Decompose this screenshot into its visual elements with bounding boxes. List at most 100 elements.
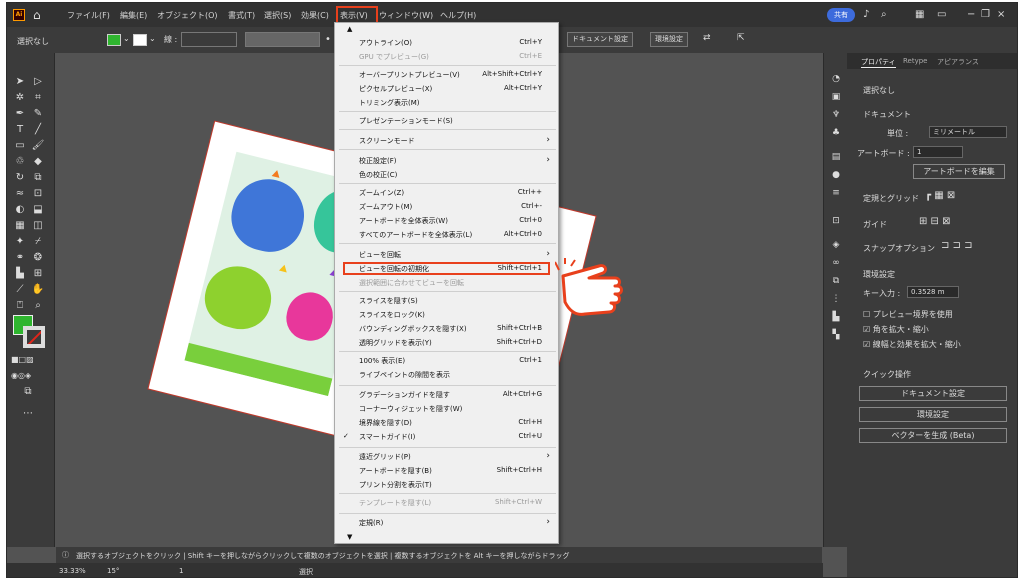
- align-icon[interactable]: ⋮: [830, 293, 842, 305]
- preview-bounds-checkbox[interactable]: ☐ プレビュー境界を使用: [863, 309, 953, 320]
- menu-item-hide-slices[interactable]: スライスを隠す(S): [335, 295, 558, 307]
- document-setup-button[interactable]: ドキュメント設定: [567, 32, 633, 47]
- type-tool-icon[interactable]: T: [13, 123, 27, 137]
- lasso-icon[interactable]: ⌗: [31, 91, 45, 105]
- draw-mode-icon[interactable]: ◉◎◈: [11, 369, 31, 383]
- menu-item-hide-artboards[interactable]: アートボードを隠す(B) Shift+Ctrl+H: [335, 465, 558, 477]
- screen-mode-icon[interactable]: ⧉: [21, 385, 35, 399]
- edit-artboards-button[interactable]: アートボードを編集: [913, 164, 1005, 179]
- menu-help[interactable]: ヘルプ(H): [440, 10, 476, 21]
- menu-type[interactable]: 書式(T): [228, 10, 255, 21]
- menu-item-outline[interactable]: アウトライン(O) Ctrl+Y: [335, 37, 558, 49]
- menu-item-hide-edges[interactable]: 境界線を隠す(D) Ctrl+H: [335, 417, 558, 429]
- live-paint-icon[interactable]: ⬓: [31, 203, 45, 217]
- export-icon[interactable]: ⇱: [737, 33, 745, 43]
- arrange-icon[interactable]: ▭: [937, 9, 946, 20]
- color-mode-icon[interactable]: ■□▨: [11, 353, 34, 367]
- menu-item-smart-guides[interactable]: ✓ スマートガイド(I) Ctrl+U: [335, 431, 558, 443]
- artboard-dropdown[interactable]: 1: [913, 146, 963, 158]
- artboard-tool-icon[interactable]: ⊞: [31, 267, 45, 281]
- menu-item-show-transparency-grid[interactable]: 透明グリッドを表示(Y) Shift+Ctrl+D: [335, 337, 558, 349]
- pathfinder-icon[interactable]: ▙: [830, 311, 842, 323]
- close-icon[interactable]: ×: [997, 9, 1005, 20]
- rotate-tool-icon[interactable]: ↻: [13, 171, 27, 185]
- tab-retype[interactable]: Retype: [903, 57, 928, 65]
- artboards-icon[interactable]: ⧉: [830, 275, 842, 287]
- direct-selection-tool-icon[interactable]: ▷: [31, 75, 45, 89]
- rotation-value[interactable]: 15°: [107, 567, 119, 575]
- symbol-sprayer-icon[interactable]: ❂: [31, 251, 45, 265]
- graph-tool-icon[interactable]: ▙: [13, 267, 27, 281]
- menu-edit[interactable]: 編集(E): [120, 10, 147, 21]
- menu-item-pixel-preview[interactable]: ピクセルプレビュー(X) Alt+Ctrl+Y: [335, 83, 558, 95]
- menu-effect[interactable]: 効果(C): [301, 10, 329, 21]
- maximize-icon[interactable]: ❐: [981, 9, 990, 20]
- print-tiling-icon[interactable]: ⍞: [13, 299, 27, 313]
- curvature-tool-icon[interactable]: ✎: [31, 107, 45, 121]
- chevron-down-icon[interactable]: ⌄: [123, 34, 130, 43]
- menu-item-gpu-preview[interactable]: GPU でプレビュー(G) Ctrl+E: [335, 51, 558, 63]
- tab-appearance[interactable]: アピアランス: [937, 57, 979, 67]
- more-tools-icon[interactable]: ⋯: [21, 407, 35, 421]
- menu-item-rotate-view[interactable]: ビューを回転 ›: [335, 249, 558, 261]
- transparency-icon[interactable]: ▚: [830, 329, 842, 341]
- menu-item-rulers[interactable]: 定規(R) ›: [335, 517, 558, 529]
- ruler-icon[interactable]: ┏ ▦ ⊠: [925, 190, 955, 201]
- rectangle-tool-icon[interactable]: ▭: [13, 139, 27, 153]
- shape-builder-icon[interactable]: ◐: [13, 203, 27, 217]
- eraser-tool-icon[interactable]: ◆: [31, 155, 45, 169]
- menu-item-show-live-paint-gaps[interactable]: ライブペイントの隙間を表示: [335, 369, 558, 381]
- line-tool-icon[interactable]: ╱: [31, 123, 45, 137]
- zoom-tool-icon[interactable]: ⌕: [31, 299, 45, 313]
- menu-select[interactable]: 選択(S): [264, 10, 291, 21]
- variable-width-dropdown[interactable]: [245, 32, 320, 47]
- zoom-level[interactable]: 33.33%: [59, 567, 86, 575]
- image-icon[interactable]: ▣: [830, 91, 842, 103]
- fill-swatch[interactable]: [107, 34, 121, 46]
- menu-item-show-print-tiling[interactable]: プリント分割を表示(T): [335, 479, 558, 491]
- menu-item-fit-artboard[interactable]: アートボードを全体表示(W) Ctrl+0: [335, 215, 558, 227]
- menu-item-zoom-out[interactable]: ズームアウト(M) Ctrl+-: [335, 201, 558, 213]
- selection-tool-icon[interactable]: ➤: [13, 75, 27, 89]
- blend-tool-icon[interactable]: ⚭: [13, 251, 27, 265]
- menu-file[interactable]: ファイル(F): [67, 10, 110, 21]
- brush-tool-icon[interactable]: 🖌: [31, 139, 45, 153]
- menu-item-presentation-mode[interactable]: プレゼンテーションモード(S): [335, 115, 558, 127]
- menu-item-proof-colors[interactable]: 色の校正(C): [335, 169, 558, 181]
- menu-item-hide-bounding-box[interactable]: バウンディングボックスを隠す(X) Shift+Ctrl+B: [335, 323, 558, 335]
- stroke-swatch[interactable]: [133, 34, 147, 46]
- generate-vectors-button[interactable]: ベクターを生成 (Beta): [859, 428, 1007, 443]
- bell-icon[interactable]: ♪: [863, 9, 869, 20]
- perspective-grid-icon[interactable]: ▦: [13, 219, 27, 233]
- menu-item-lock-slices[interactable]: スライスをロック(K): [335, 309, 558, 321]
- workspace-icon[interactable]: ▦: [915, 9, 924, 20]
- stroke-weight-field[interactable]: [181, 32, 237, 47]
- menu-window[interactable]: ウィンドウ(W): [379, 10, 433, 21]
- menu-item-perspective-grid[interactable]: 遠近グリッド(P) ›: [335, 451, 558, 463]
- guides-icon[interactable]: ⊞ ⊟ ⊠: [919, 216, 951, 227]
- scroll-down-icon[interactable]: ▼: [347, 533, 352, 541]
- menu-item-hide-corner-widget[interactable]: コーナーウィジェットを隠す(W): [335, 403, 558, 415]
- snap-icon[interactable]: ⊐ ⊐ ⊐: [941, 240, 973, 251]
- width-tool-icon[interactable]: ≈: [13, 187, 27, 201]
- share-button[interactable]: 共有: [827, 8, 855, 22]
- brush-panel-icon[interactable]: ♆: [830, 109, 842, 121]
- free-transform-icon[interactable]: ⊡: [31, 187, 45, 201]
- menu-item-overprint-preview[interactable]: オーバープリントプレビュー(V) Alt+Shift+Ctrl+Y: [335, 69, 558, 81]
- menu-object[interactable]: オブジェクト(O): [157, 10, 218, 21]
- mesh-tool-icon[interactable]: ◫: [31, 219, 45, 233]
- home-icon[interactable]: ⌂: [33, 8, 41, 22]
- brush-dot-icon[interactable]: •: [325, 34, 331, 45]
- chevron-down-icon[interactable]: ⌄: [149, 34, 156, 43]
- gradient-tool-icon[interactable]: ✦: [13, 235, 27, 249]
- menu-item-actual-size[interactable]: 100% 表示(E) Ctrl+1: [335, 355, 558, 367]
- menu-item-trim-view[interactable]: トリミング表示(M): [335, 97, 558, 109]
- arrange-documents-icon[interactable]: ⇄: [703, 33, 711, 43]
- scale-tool-icon[interactable]: ⧉: [31, 171, 45, 185]
- pen-tool-icon[interactable]: ✒: [13, 107, 27, 121]
- shaper-tool-icon[interactable]: ♲: [13, 155, 27, 169]
- slice-tool-icon[interactable]: ⟋: [13, 283, 27, 297]
- key-input-field[interactable]: 0.3528 m: [907, 286, 959, 298]
- search-icon[interactable]: ⌕: [881, 9, 887, 20]
- menu-item-rotate-view-to-selection[interactable]: 選択範囲に合わせてビューを回転: [335, 277, 558, 289]
